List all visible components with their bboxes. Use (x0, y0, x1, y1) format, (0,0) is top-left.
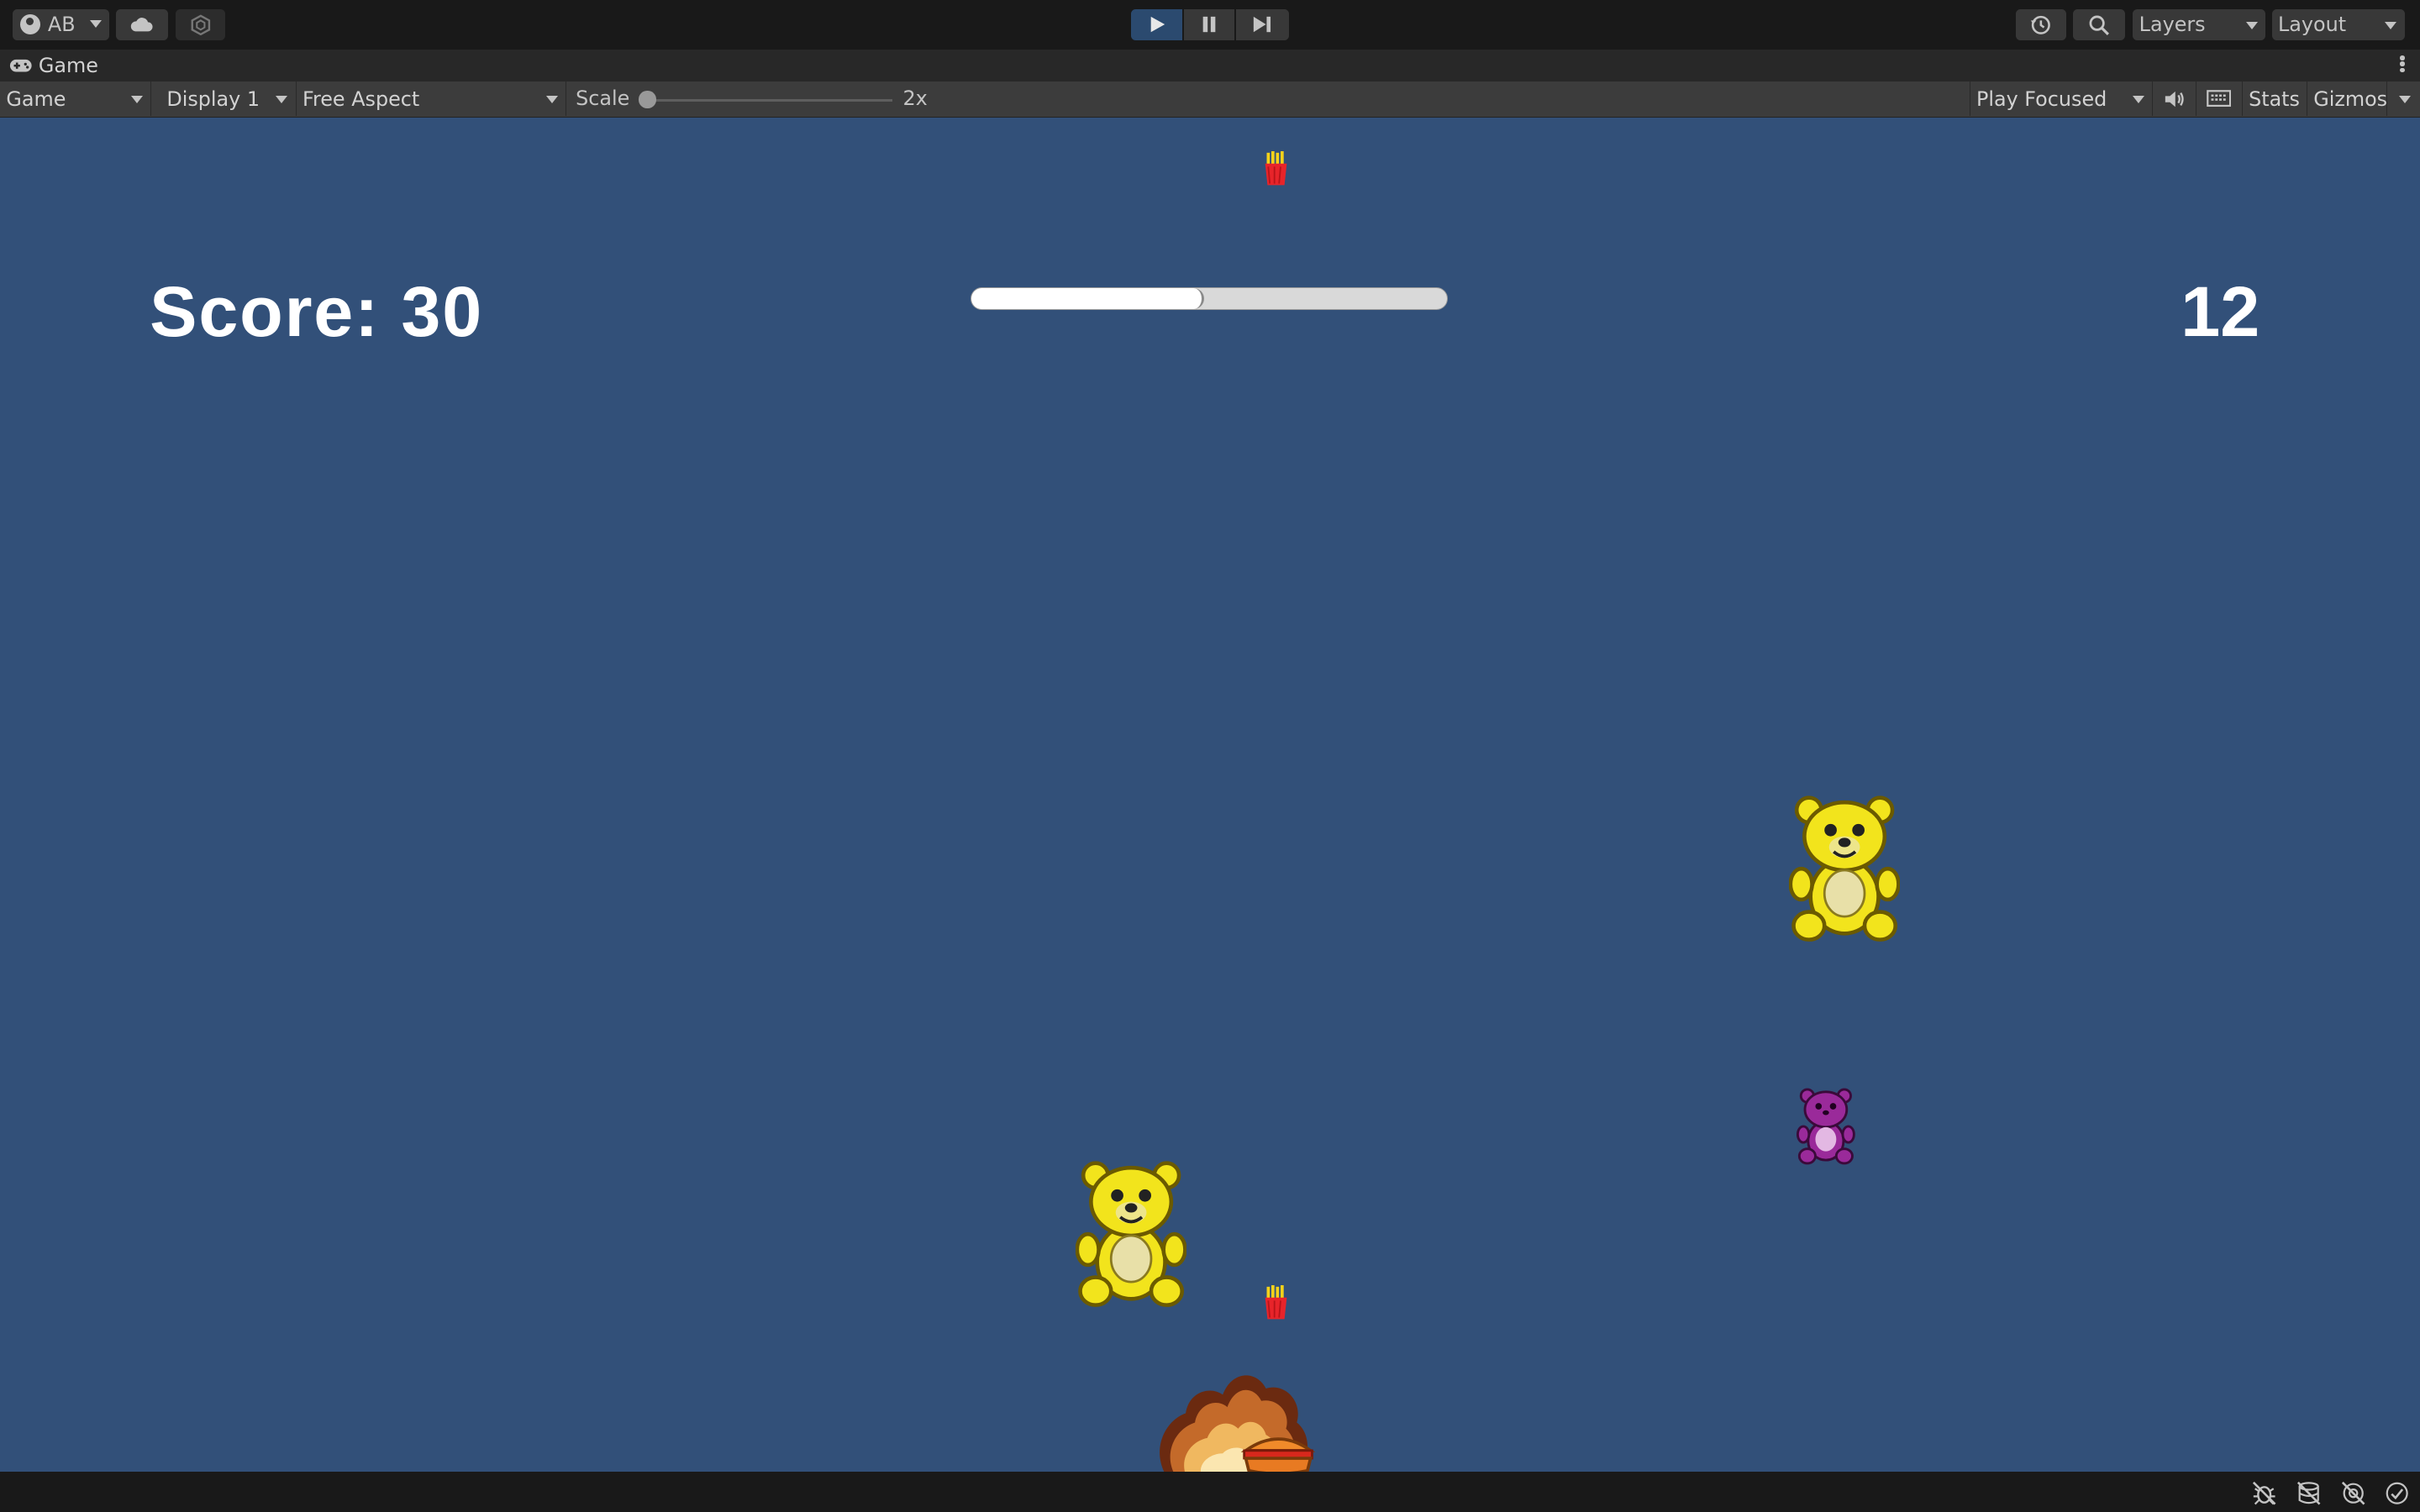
network-off-icon[interactable] (2341, 1481, 2365, 1505)
scale-value: 2x (902, 86, 928, 110)
health-bar (971, 286, 1448, 311)
keyboard-icon (2207, 90, 2232, 108)
gizmos-label: Gizmos (2313, 87, 2388, 111)
yellow-teddy-bear (1788, 795, 1900, 942)
top-toolbar: AB Layers Layout (0, 0, 2420, 50)
step-icon (1254, 17, 1271, 33)
aspect-dropdown[interactable]: Free Aspect (297, 81, 567, 116)
stats-label: Stats (2249, 87, 2300, 111)
more-options-icon[interactable] (2400, 55, 2405, 74)
pause-icon (1202, 17, 1216, 33)
chevron-down-icon (90, 19, 103, 28)
play-button[interactable] (1131, 9, 1182, 40)
french-fries-projectile (1265, 150, 1287, 186)
play-mode-dropdown[interactable]: Play Focused (1969, 81, 2154, 116)
score-text: Score: 30 (150, 272, 484, 352)
game-viewport[interactable]: Score: 30 12 (0, 117, 2420, 1473)
collab-button[interactable] (176, 9, 226, 40)
status-bar (0, 1472, 2420, 1512)
history-icon (2031, 15, 2051, 34)
gamepad-icon (9, 59, 32, 72)
health-bar-fill (971, 287, 1205, 310)
cloud-icon (131, 18, 153, 32)
layers-dropdown[interactable]: Layers (2133, 9, 2266, 40)
cloud-button[interactable] (115, 9, 169, 40)
scale-slider-handle[interactable] (639, 91, 656, 108)
layout-dropdown[interactable]: Layout (2271, 9, 2405, 40)
display-dropdown[interactable]: Display 1 (151, 81, 297, 116)
view-mode-label: Game (6, 87, 66, 111)
chevron-down-icon (2385, 21, 2397, 29)
speaker-icon (2165, 91, 2184, 107)
chevron-down-icon (2246, 21, 2259, 29)
play-icon (1150, 17, 1165, 33)
yellow-teddy-bear (1076, 1161, 1187, 1308)
mute-audio-button[interactable] (2153, 81, 2196, 116)
tab-game[interactable]: Game (9, 54, 98, 77)
tab-bar: Game (0, 49, 2420, 82)
stats-button[interactable]: Stats (2243, 81, 2307, 116)
account-icon (19, 14, 40, 35)
database-off-icon[interactable] (2296, 1481, 2321, 1505)
search-icon (2089, 15, 2110, 35)
game-view-toolbar: Game Display 1 Free Aspect Scale Play Fo… (0, 81, 2420, 118)
scale-label: Scale (576, 86, 630, 110)
pause-button[interactable] (1183, 9, 1235, 40)
account-dropdown[interactable]: AB (12, 9, 110, 40)
scale-slider-track[interactable] (648, 98, 892, 102)
purple-teddy-bear (1796, 1088, 1855, 1165)
chevron-down-icon (2133, 95, 2145, 103)
account-label: AB (47, 13, 76, 37)
step-button[interactable] (1236, 9, 1289, 40)
play-mode-label: Play Focused (1975, 87, 2107, 111)
timer-text: 12 (2181, 272, 2260, 352)
layers-label: Layers (2139, 13, 2206, 37)
gizmos-dropdown[interactable] (2387, 81, 2420, 115)
chevron-down-icon (130, 95, 143, 103)
debug-off-icon[interactable] (2252, 1481, 2276, 1505)
burger-player[interactable] (1240, 1431, 1315, 1473)
shortcuts-button[interactable] (2196, 81, 2243, 116)
history-button[interactable] (2015, 9, 2067, 40)
french-fries-projectile (1265, 1284, 1287, 1320)
check-circle-icon[interactable] (2385, 1481, 2409, 1505)
tab-game-label: Game (38, 54, 98, 78)
display-label: Display 1 (166, 87, 260, 111)
chevron-down-icon (276, 95, 288, 103)
view-mode-dropdown[interactable]: Game (0, 81, 151, 116)
aspect-label: Free Aspect (302, 87, 420, 111)
chevron-down-icon (545, 95, 558, 103)
collab-icon (191, 13, 211, 35)
layout-label: Layout (2277, 13, 2347, 37)
search-button[interactable] (2072, 9, 2126, 40)
chevron-down-icon (2398, 95, 2411, 103)
gizmos-button[interactable]: Gizmos (2307, 81, 2388, 116)
